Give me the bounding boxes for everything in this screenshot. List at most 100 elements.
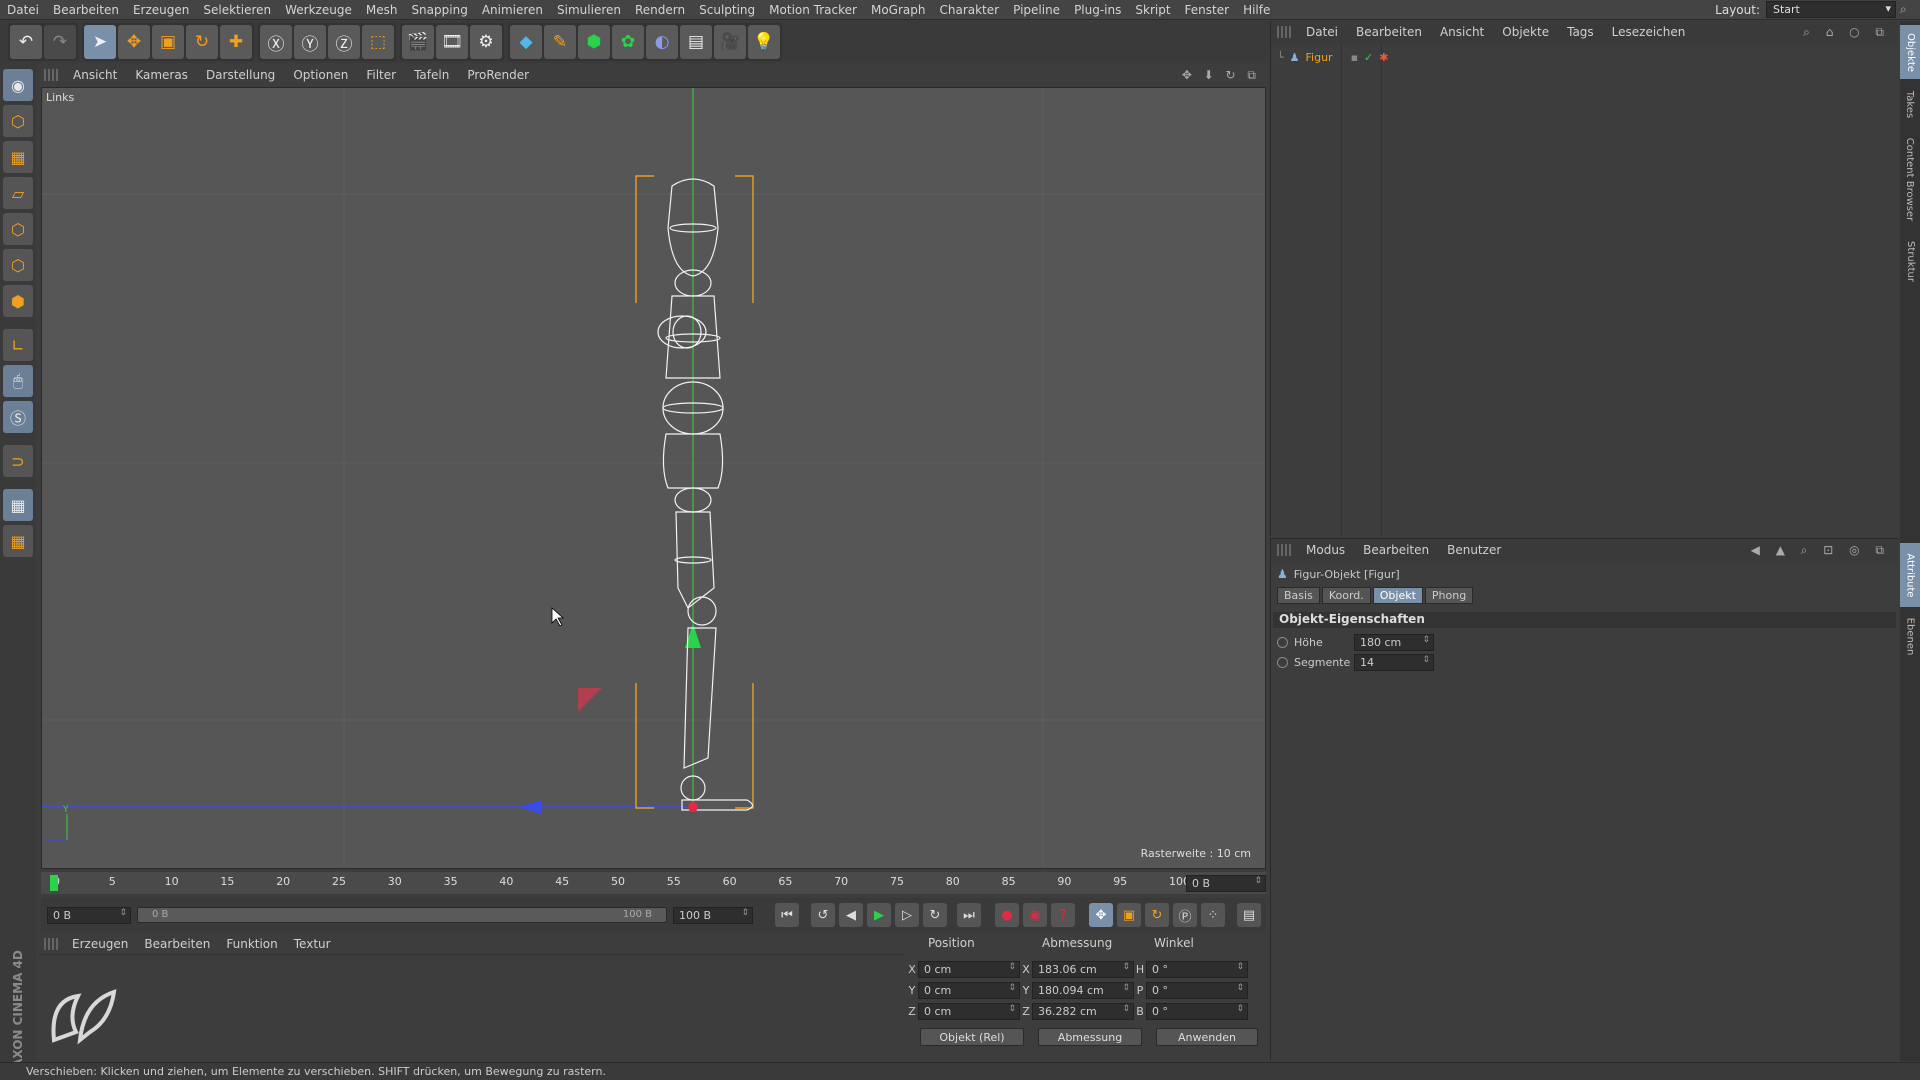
- next-frame-icon[interactable]: ▷: [895, 903, 919, 927]
- position-field[interactable]: 0 cm: [918, 1003, 1020, 1020]
- viewport-menu-item-5[interactable]: Tafeln: [405, 68, 458, 82]
- key-parameter-icon[interactable]: Ⓟ: [1173, 903, 1197, 927]
- subdivision-icon[interactable]: ⬢: [578, 25, 610, 59]
- y-axis-lock-icon[interactable]: Ⓨ: [294, 25, 326, 59]
- property-value[interactable]: 180 cm: [1354, 633, 1434, 651]
- key-scale-icon[interactable]: ▣: [1117, 903, 1141, 927]
- size-mode-dropdown[interactable]: Abmessung: [1038, 1028, 1142, 1046]
- attribute-menu-item-2[interactable]: Benutzer: [1438, 543, 1510, 557]
- attribute-tab-1[interactable]: Koord.: [1321, 587, 1371, 604]
- object-row-figur[interactable]: └ ♟ Figur ▪ ✓ ✱: [1277, 48, 1388, 66]
- apply-button[interactable]: Anwenden: [1156, 1028, 1258, 1046]
- side-tab-objects[interactable]: Objekte: [1900, 25, 1920, 79]
- x-axis-lock-icon[interactable]: Ⓧ: [260, 25, 292, 59]
- layout-dropdown[interactable]: Start: [1766, 1, 1896, 18]
- timeline-window-icon[interactable]: ▤: [1237, 903, 1261, 927]
- search-icon[interactable]: ⌕: [1900, 2, 1916, 18]
- polygons-mode-icon[interactable]: ⬢: [3, 285, 33, 317]
- texture-mode-icon[interactable]: ▦: [3, 141, 33, 173]
- select-arrow-icon[interactable]: ➤: [84, 25, 116, 59]
- object-menu-item-0[interactable]: Datei: [1297, 25, 1347, 39]
- attribute-toolbar-icons[interactable]: ◀ ▲ ⌕ ⊡ ◎ ⧉: [1751, 543, 1890, 558]
- attribute-menu-item-1[interactable]: Bearbeiten: [1354, 543, 1438, 557]
- menu-item-9[interactable]: Rendern: [628, 3, 692, 17]
- object-menu-item-5[interactable]: Lesezeichen: [1603, 25, 1695, 39]
- current-frame-field[interactable]: 0 B: [1186, 875, 1266, 892]
- camera-icon[interactable]: 🎥: [714, 25, 746, 59]
- plane-handle[interactable]: [578, 688, 602, 712]
- position-field[interactable]: 0 cm: [918, 961, 1020, 978]
- viewport-left[interactable]: Y Links Rasterweite : 10 cm: [41, 87, 1266, 869]
- menu-item-17[interactable]: Fenster: [1178, 3, 1237, 17]
- undo-icon[interactable]: ↶: [10, 25, 42, 59]
- object-menu-item-4[interactable]: Tags: [1558, 25, 1603, 39]
- object-menu-item-2[interactable]: Ansicht: [1431, 25, 1493, 39]
- tag-icon[interactable]: ✱: [1379, 51, 1388, 64]
- transform-plus-icon[interactable]: ✚: [220, 25, 252, 59]
- side-tab-attributes[interactable]: Attribute: [1900, 543, 1920, 607]
- points-mode-icon[interactable]: ⬡: [3, 213, 33, 245]
- rotation-field[interactable]: 0 °: [1146, 961, 1248, 978]
- menu-item-7[interactable]: Animieren: [475, 3, 550, 17]
- coordinate-system-icon[interactable]: ⬚: [362, 25, 394, 59]
- viewport-menu-item-2[interactable]: Darstellung: [197, 68, 284, 82]
- size-field[interactable]: 180.094 cm: [1032, 982, 1134, 999]
- light-icon[interactable]: 💡: [748, 25, 780, 59]
- size-field[interactable]: 36.282 cm: [1032, 1003, 1134, 1020]
- axis-mode-icon[interactable]: ∟: [3, 329, 33, 361]
- attribute-menu-item-0[interactable]: Modus: [1297, 543, 1354, 557]
- size-field[interactable]: 183.06 cm: [1032, 961, 1134, 978]
- go-to-start-icon[interactable]: ⏮: [775, 903, 799, 927]
- viewport-menu-item-6[interactable]: ProRender: [458, 68, 538, 82]
- viewport-menu-item-3[interactable]: Optionen: [284, 68, 357, 82]
- menu-item-11[interactable]: Motion Tracker: [762, 3, 864, 17]
- menu-item-5[interactable]: Mesh: [359, 3, 405, 17]
- rotation-field[interactable]: 0 °: [1146, 982, 1248, 999]
- menu-item-0[interactable]: Datei: [0, 3, 46, 17]
- edges-mode-icon[interactable]: ⬡: [3, 249, 33, 281]
- keyframe-selection-icon[interactable]: ?: [1051, 903, 1075, 927]
- animate-radio-icon[interactable]: [1277, 656, 1288, 668]
- tweak-icon[interactable]: 🖱: [3, 365, 33, 397]
- scale-icon[interactable]: ▣: [152, 25, 184, 59]
- menu-item-10[interactable]: Sculpting: [692, 3, 762, 17]
- position-field[interactable]: 0 cm: [918, 982, 1020, 999]
- go-to-end-icon[interactable]: ⏭: [957, 903, 981, 927]
- coordinate-mode-dropdown[interactable]: Objekt (Rel): [920, 1028, 1024, 1046]
- material-menu-item-3[interactable]: Textur: [286, 937, 339, 951]
- menu-item-4[interactable]: Werkzeuge: [278, 3, 359, 17]
- attribute-tab-0[interactable]: Basis: [1277, 587, 1320, 604]
- object-name[interactable]: Figur: [1306, 51, 1333, 64]
- key-pla-icon[interactable]: ⁘: [1201, 903, 1225, 927]
- visibility-icon[interactable]: ▪: [1351, 51, 1358, 64]
- side-tab-layers[interactable]: Ebenen: [1900, 609, 1920, 663]
- viewport-menu-item-0[interactable]: Ansicht: [64, 68, 126, 82]
- rotation-field[interactable]: 0 °: [1146, 1003, 1248, 1020]
- z-axis-lock-icon[interactable]: Ⓩ: [328, 25, 360, 59]
- workplane-icon[interactable]: ▱: [3, 177, 33, 209]
- model-mode-icon[interactable]: ⬡: [3, 105, 33, 137]
- lock-workplane-icon[interactable]: ▦: [3, 525, 33, 557]
- enabled-check-icon[interactable]: ✓: [1364, 51, 1373, 64]
- play-icon[interactable]: ▶: [867, 903, 891, 927]
- redo-icon[interactable]: ↷: [44, 25, 76, 59]
- key-rotation-icon[interactable]: ↻: [1145, 903, 1169, 927]
- material-menu-item-1[interactable]: Bearbeiten: [136, 937, 218, 951]
- range-slider[interactable]: 0 B 100 B: [137, 907, 667, 923]
- magnet-icon[interactable]: ⊃: [3, 445, 33, 477]
- menu-item-15[interactable]: Plug-ins: [1067, 3, 1128, 17]
- z-axis-handle[interactable]: [518, 800, 542, 814]
- side-tab-structure[interactable]: Struktur: [1900, 231, 1920, 291]
- current-frame-marker[interactable]: [50, 875, 58, 891]
- previous-key-icon[interactable]: ↺: [811, 903, 835, 927]
- timeline-ruler[interactable]: 0510152025303540455055606570758085909510…: [41, 872, 1266, 894]
- key-position-icon[interactable]: ✥: [1089, 903, 1113, 927]
- viewport-menu-item-4[interactable]: Filter: [357, 68, 405, 82]
- menu-item-16[interactable]: Skript: [1128, 3, 1177, 17]
- floor-icon[interactable]: ▤: [680, 25, 712, 59]
- side-tab-content-browser[interactable]: Content Browser: [1900, 129, 1920, 229]
- move-icon[interactable]: ✥: [118, 25, 150, 59]
- snap-icon[interactable]: Ⓢ: [3, 401, 33, 433]
- menu-item-18[interactable]: Hilfe: [1236, 3, 1277, 17]
- menu-item-13[interactable]: Charakter: [932, 3, 1006, 17]
